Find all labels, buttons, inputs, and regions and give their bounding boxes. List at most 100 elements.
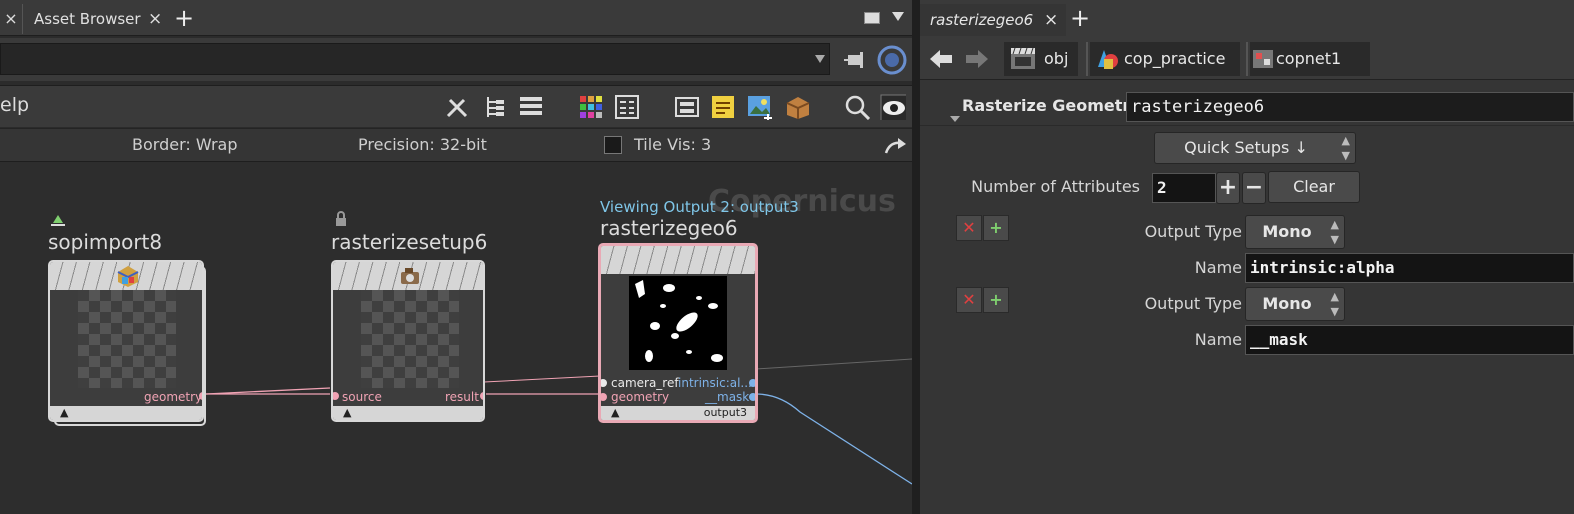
network-path-field[interactable] bbox=[0, 43, 830, 75]
collapse-arrow-icon[interactable] bbox=[950, 116, 960, 122]
redo-arrow-icon[interactable] bbox=[884, 135, 908, 157]
output-type-label: Output Type bbox=[1144, 222, 1242, 241]
eye-icon[interactable] bbox=[880, 94, 906, 120]
camera-setup-icon bbox=[401, 268, 419, 284]
expand-arrow-icon[interactable]: ▲ bbox=[343, 406, 351, 419]
output-port-dot[interactable] bbox=[480, 392, 483, 400]
node-rasterizegeo6[interactable]: camera_ref geometry intrinsic:al... __ma… bbox=[598, 243, 758, 423]
output-type-value: Mono bbox=[1262, 222, 1312, 241]
sop-import-icon bbox=[117, 266, 139, 287]
tab-label: rasterizegeo6 bbox=[930, 11, 1034, 29]
quick-setups-menu[interactable]: Quick Setups ↓ ▲ ▼ bbox=[1154, 132, 1356, 164]
node-name-field[interactable]: rasterizegeo6 bbox=[1126, 92, 1574, 122]
back-arrow-icon[interactable] bbox=[928, 46, 954, 72]
input-port-label: geometry bbox=[611, 390, 670, 404]
link-target-icon[interactable] bbox=[876, 44, 908, 76]
spinner-arrows-icon: ▲ ▼ bbox=[1341, 134, 1350, 162]
network-menu-bar: elp bbox=[0, 85, 912, 127]
background-image-icon[interactable] bbox=[746, 94, 772, 120]
input-port-dot[interactable] bbox=[601, 379, 607, 387]
close-icon[interactable]: × bbox=[1044, 4, 1058, 36]
quick-setups-label: Quick Setups ↓ bbox=[1184, 138, 1308, 157]
wire-output-gray bbox=[755, 358, 912, 370]
output-port-dot[interactable] bbox=[749, 379, 755, 387]
expand-arrow-icon[interactable]: ▲ bbox=[611, 406, 619, 419]
add-attribute-button[interactable]: + bbox=[1216, 172, 1240, 204]
breadcrumb-label: obj bbox=[1044, 49, 1069, 68]
remove-attribute-button[interactable]: − bbox=[1242, 172, 1266, 204]
attribute-name-field[interactable]: __mask bbox=[1245, 325, 1574, 355]
border-mode-label[interactable]: Border: Wrap bbox=[132, 135, 237, 154]
clear-button[interactable]: Clear bbox=[1268, 171, 1360, 203]
node-title[interactable]: sopimport8 bbox=[48, 230, 162, 254]
breadcrumb-copnet1[interactable]: copnet1 bbox=[1250, 42, 1370, 76]
add-tab-icon[interactable]: + bbox=[1070, 5, 1090, 31]
pane-menu-icon[interactable] bbox=[892, 12, 904, 21]
node-rasterizesetup6[interactable]: source result ▲ bbox=[331, 260, 485, 422]
output-type-label: Output Type bbox=[1144, 294, 1242, 313]
shape-palette-icon[interactable] bbox=[614, 94, 640, 120]
wrench-icon[interactable] bbox=[444, 94, 470, 120]
node-title[interactable]: rasterizesetup6 bbox=[331, 230, 487, 254]
num-attributes-field[interactable]: 2 bbox=[1152, 173, 1216, 203]
node-footer: ▲ bbox=[50, 406, 202, 420]
forward-arrow-icon[interactable] bbox=[964, 46, 990, 72]
wire-geometry-source[interactable] bbox=[205, 387, 331, 395]
pin-icon[interactable] bbox=[842, 46, 870, 74]
delete-attribute-icon[interactable]: ✕ bbox=[956, 287, 982, 313]
breadcrumb-obj[interactable]: obj bbox=[1004, 42, 1078, 76]
insert-attribute-icon[interactable]: + bbox=[983, 287, 1009, 313]
wire-camera-ref[interactable] bbox=[483, 375, 601, 383]
network-box-icon[interactable] bbox=[674, 94, 700, 120]
breadcrumb-separator bbox=[1080, 42, 1088, 76]
output-port-label: __mask bbox=[705, 390, 750, 404]
breadcrumb-cop-practice[interactable]: cop_practice bbox=[1090, 42, 1240, 76]
wire-mask-output[interactable] bbox=[755, 393, 912, 485]
output-type-menu[interactable]: Mono ▲ ▼ bbox=[1245, 287, 1345, 321]
help-menu[interactable]: elp bbox=[0, 94, 29, 116]
output-port-dot[interactable] bbox=[199, 392, 202, 400]
parameter-pane: rasterizegeo6 × + obj cop_practice copne… bbox=[920, 0, 1574, 514]
output-port-label: result bbox=[445, 390, 479, 404]
search-icon[interactable] bbox=[844, 94, 870, 120]
close-icon[interactable]: × bbox=[148, 4, 162, 34]
insert-attribute-icon[interactable]: + bbox=[983, 215, 1009, 241]
maximize-icon[interactable] bbox=[864, 12, 880, 24]
network-canvas[interactable]: Copernicus sopimport8 geometry ▲ rasteri… bbox=[0, 162, 912, 514]
breadcrumb-label: copnet1 bbox=[1276, 49, 1342, 68]
output-type-menu[interactable]: Mono ▲ ▼ bbox=[1245, 215, 1345, 249]
network-pane: × Asset Browser × + elp Border: Wrap Pre… bbox=[0, 0, 912, 514]
tab-rasterizegeo6[interactable]: rasterizegeo6 × bbox=[920, 4, 1066, 36]
add-tab-icon[interactable]: + bbox=[174, 5, 194, 31]
delete-attribute-icon[interactable]: ✕ bbox=[956, 215, 982, 241]
list-view-icon[interactable] bbox=[518, 94, 544, 120]
output-port-dot[interactable] bbox=[749, 393, 755, 401]
color-palette-icon[interactable] bbox=[578, 94, 604, 120]
node-title[interactable]: rasterizegeo6 bbox=[600, 216, 738, 240]
pane-divider[interactable] bbox=[912, 0, 920, 514]
name-label: Name bbox=[1194, 258, 1242, 277]
node-footer: ▲ output3 bbox=[601, 406, 755, 420]
tab-asset-browser[interactable]: Asset Browser × bbox=[26, 4, 168, 34]
tile-vis-checkbox[interactable] bbox=[604, 136, 622, 154]
parameter-header: Rasterize Geometry rasterizegeo6 bbox=[920, 86, 1574, 126]
input-port-dot[interactable] bbox=[601, 393, 607, 401]
breadcrumb: obj cop_practice copnet1 bbox=[920, 38, 1574, 80]
import-flag-icon bbox=[51, 215, 65, 226]
tile-vis-label: Tile Vis: 3 bbox=[634, 135, 712, 154]
sticky-note-icon[interactable] bbox=[710, 94, 736, 120]
precision-label[interactable]: Precision: 32-bit bbox=[358, 135, 487, 154]
chevron-down-icon[interactable] bbox=[815, 55, 825, 63]
tab-divider bbox=[22, 4, 23, 34]
input-port-dot[interactable] bbox=[333, 392, 339, 400]
expand-arrow-icon[interactable]: ▲ bbox=[60, 406, 68, 419]
tab-close-icon[interactable]: × bbox=[0, 4, 22, 34]
subnet-box-icon[interactable] bbox=[784, 94, 810, 120]
tab-label: Asset Browser bbox=[34, 10, 141, 28]
node-preview-thumbnail bbox=[78, 290, 176, 388]
attribute-name-field[interactable]: intrinsic:alpha bbox=[1245, 253, 1574, 283]
copnet-icon bbox=[1253, 50, 1273, 68]
output-port-label: intrinsic:al... bbox=[678, 376, 752, 390]
node-sopimport8[interactable]: geometry ▲ bbox=[48, 260, 204, 422]
tree-list-icon[interactable] bbox=[482, 94, 508, 120]
